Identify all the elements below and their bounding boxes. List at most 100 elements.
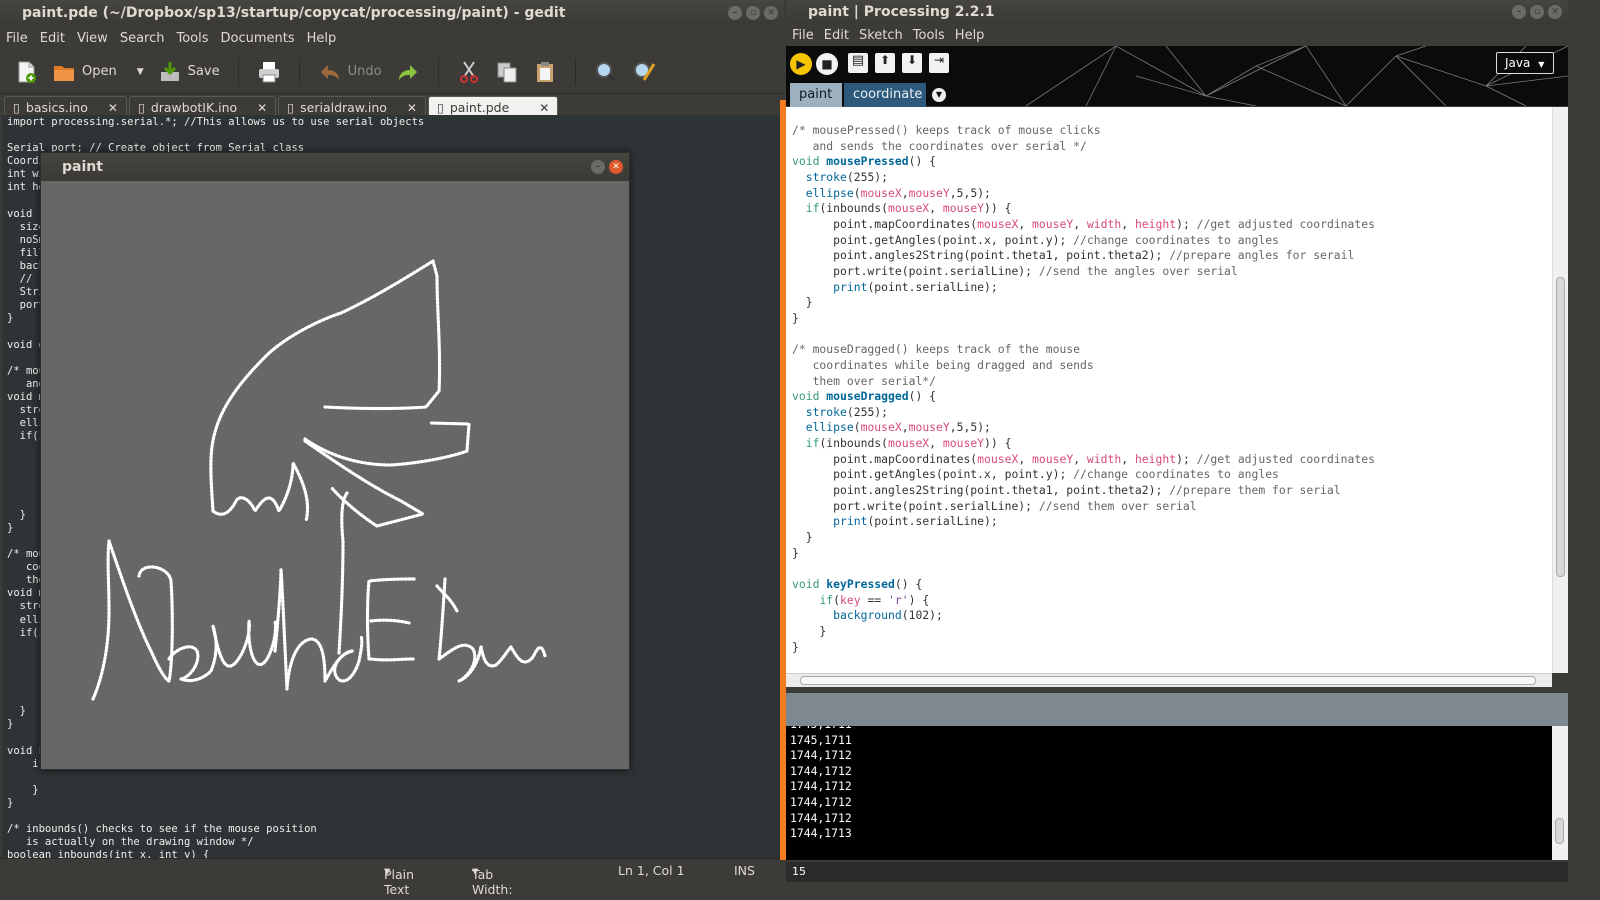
undo-button[interactable]: Undo (314, 55, 386, 89)
menu-view[interactable]: View (77, 31, 108, 46)
redo-arrow-icon (398, 64, 417, 80)
menu-file[interactable]: File (792, 28, 814, 43)
menu-help[interactable]: Help (955, 28, 985, 43)
drawing-canvas[interactable] (41, 181, 629, 769)
printer-icon (258, 61, 279, 82)
menu-tools[interactable]: Tools (176, 31, 208, 46)
gedit-statusbar: Plain Text ▾ Tab Width: 8 ▾ Ln 1, Col 1 … (0, 858, 784, 900)
maximize-icon[interactable]: ▫ (746, 6, 760, 20)
gedit-titlebar[interactable]: paint.pde (~/Dropbox/sp13/startup/copyca… (0, 0, 784, 26)
message-area (786, 693, 1568, 726)
gedit-title: paint.pde (~/Dropbox/sp13/startup/copyca… (22, 5, 566, 21)
menu-tools[interactable]: Tools (913, 28, 945, 43)
file-icon: ▯ (137, 100, 145, 115)
export-button[interactable]: ⇥ (929, 53, 949, 73)
close-icon[interactable]: ✕ (609, 160, 623, 174)
paste-clipboard-icon (536, 61, 553, 82)
tab-menu-icon[interactable]: ▼ (932, 88, 946, 102)
toolbar-separator (437, 57, 439, 86)
processing-title: paint | Processing 2.2.1 (808, 4, 995, 20)
stop-icon: ■ (821, 57, 833, 71)
tab-paint[interactable]: paint (790, 83, 842, 107)
open-label: Open (82, 64, 117, 79)
open-button[interactable]: Open ▼ (48, 55, 148, 89)
console-line: 1744,1712 (790, 779, 852, 794)
cut-button[interactable] (453, 55, 485, 89)
menu-documents[interactable]: Documents (221, 31, 295, 46)
find-button[interactable] (590, 55, 622, 89)
language-selector[interactable]: Plain Text ▾ (384, 863, 414, 897)
close-icon[interactable]: ✕ (1548, 5, 1562, 19)
editor-vertical-scrollbar[interactable] (1552, 107, 1568, 673)
open-dropdown-icon[interactable]: ▼ (137, 67, 144, 77)
toolbar-separator (298, 57, 300, 86)
toolbar-separator (237, 57, 239, 86)
stop-button[interactable]: ■ (816, 53, 838, 75)
paste-button[interactable] (529, 55, 561, 89)
print-button[interactable] (253, 55, 285, 89)
close-tab-icon[interactable]: ✕ (407, 101, 417, 115)
menu-help[interactable]: Help (307, 31, 337, 46)
close-tab-icon[interactable]: ✕ (539, 101, 549, 115)
tab-width-selector[interactable]: Tab Width: 8 ▾ (472, 863, 513, 900)
console-line: 1744,1712 (790, 810, 852, 825)
tab-coordinate[interactable]: coordinate (844, 83, 926, 107)
replace-button[interactable] (628, 55, 660, 89)
close-icon[interactable]: ✕ (764, 6, 778, 20)
maximize-icon[interactable]: ▫ (1530, 5, 1544, 19)
minimize-icon[interactable]: – (1512, 5, 1526, 19)
menu-edit[interactable]: Edit (40, 31, 65, 46)
code-line: /* inbounds() checks to see if the mouse… (7, 823, 317, 836)
download-arrow-icon: ⬇ (906, 53, 918, 67)
processing-titlebar[interactable]: paint | Processing 2.2.1 – ▫ ✕ (786, 0, 1568, 24)
menu-edit[interactable]: Edit (824, 28, 849, 43)
processing-window: paint | Processing 2.2.1 – ▫ ✕ File Edit… (786, 0, 1568, 882)
cursor-position: Ln 1, Col 1 (618, 863, 685, 878)
new-button[interactable]: ▤ (848, 53, 868, 73)
scrollbar-thumb[interactable] (1556, 277, 1565, 577)
language-label: Plain Text (384, 867, 415, 897)
code-line: } (7, 783, 39, 796)
copy-button[interactable] (491, 55, 523, 89)
menu-search[interactable]: Search (120, 31, 165, 46)
paint-sketch-window: paint – ✕ (40, 152, 630, 770)
paint-title: paint (62, 159, 103, 175)
editor-accent-divider (780, 100, 786, 860)
save-button[interactable]: Save (154, 55, 224, 89)
new-button[interactable] (10, 55, 42, 89)
processing-code-editor[interactable]: /* mousePressed() keeps track of mouse c… (786, 107, 1552, 673)
tab-label: basics.ino (25, 100, 88, 115)
redo-button[interactable] (392, 55, 424, 89)
console-scrollbar[interactable] (1552, 726, 1568, 860)
code-line: boolean inbounds(int x, int y) { (7, 849, 210, 858)
copy-icon (497, 62, 517, 82)
close-tab-icon[interactable]: ✕ (257, 101, 267, 115)
file-icon: ▯ (436, 100, 444, 115)
tab-label: serialdraw.ino (300, 100, 387, 115)
menu-file[interactable]: File (6, 31, 28, 46)
close-tab-icon[interactable]: ✕ (108, 101, 118, 115)
menu-sketch[interactable]: Sketch (859, 28, 903, 43)
search-icon (595, 61, 616, 82)
undo-label: Undo (347, 64, 382, 79)
console-line: 1744,1712 (790, 794, 852, 809)
minimize-icon[interactable]: – (728, 6, 742, 20)
scrollbar-thumb[interactable] (1555, 818, 1564, 844)
file-icon: ▯ (287, 100, 295, 115)
mode-label: Java (1505, 56, 1531, 70)
code-line: is actually on the drawing window */ (7, 836, 254, 849)
run-button[interactable]: ▶ (790, 53, 812, 75)
scissors-icon (459, 60, 478, 83)
save-button[interactable]: ⬇ (902, 53, 922, 73)
minimize-icon[interactable]: – (591, 160, 605, 174)
tab-label: paint.pde (449, 100, 510, 115)
save-label: Save (187, 64, 220, 79)
save-icon (160, 61, 179, 81)
open-button[interactable]: ⬆ (875, 53, 895, 73)
play-icon: ▶ (796, 57, 806, 71)
paint-titlebar[interactable]: paint – ✕ (41, 153, 629, 181)
scrollbar-thumb[interactable] (800, 676, 1536, 685)
editor-horizontal-scrollbar[interactable] (786, 673, 1552, 687)
mode-selector[interactable]: Java ▼ (1496, 52, 1554, 74)
